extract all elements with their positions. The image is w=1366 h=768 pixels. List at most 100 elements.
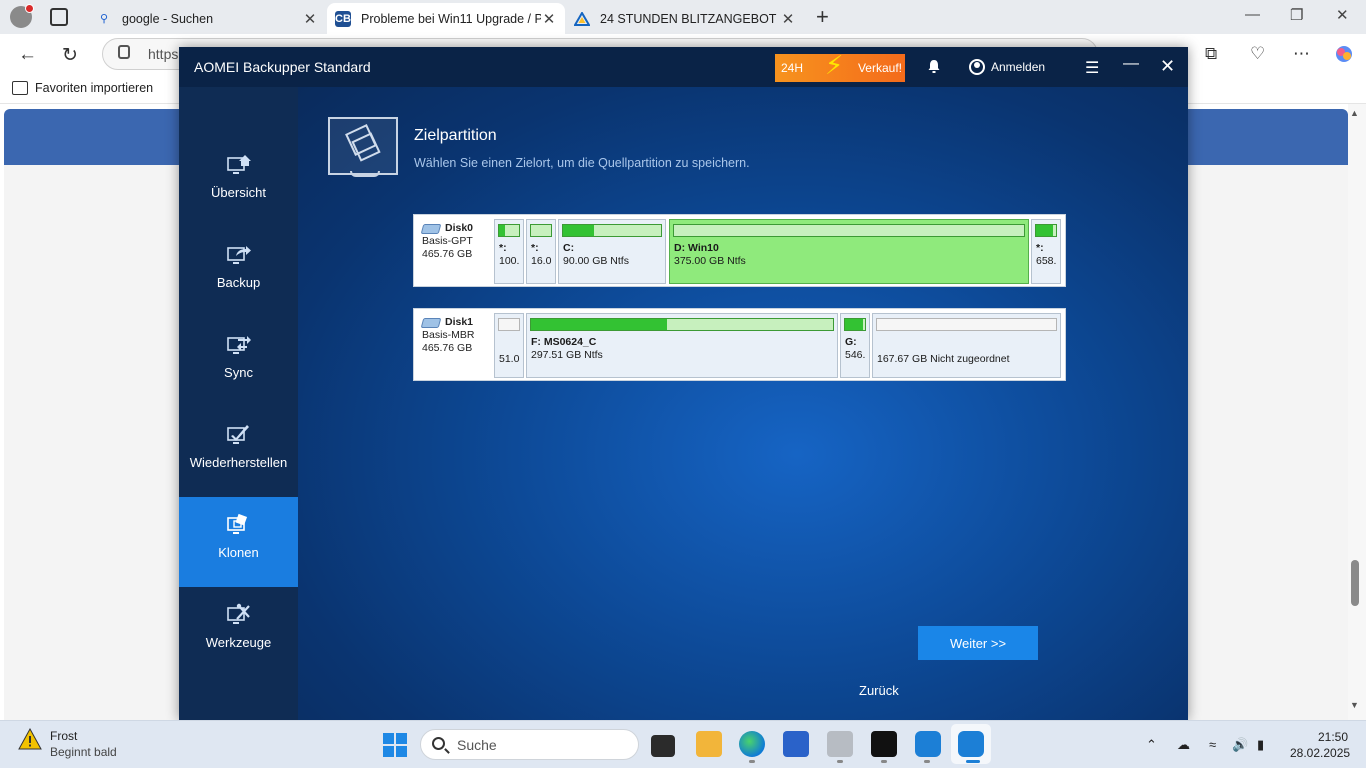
running-indicator [749, 760, 755, 763]
browser-tab-probleme[interactable]: CB Probleme bei Win11 Upgrade / PC ✕ [327, 3, 565, 34]
network-drive-icon[interactable] [827, 731, 853, 757]
back-arrow-icon[interactable]: ← [18, 44, 37, 66]
page-scrollbar[interactable] [1348, 104, 1366, 720]
bell-icon[interactable] [927, 59, 941, 73]
hamburger-menu-icon[interactable]: ☰ [1085, 58, 1099, 78]
favorites-import-link[interactable]: Favoriten importieren [12, 81, 153, 95]
weather-subtitle[interactable]: Beginnt bald [50, 745, 117, 759]
sidebar-item-uebersicht[interactable]: Übersicht [179, 137, 298, 227]
next-button[interactable]: Weiter >> [918, 626, 1038, 660]
partition-name: *: [1036, 242, 1044, 254]
partition-name: C: [563, 242, 575, 254]
app-sidebar: Übersicht Backup Sync Wiederherstellen K… [179, 87, 298, 720]
store-icon[interactable] [783, 731, 809, 757]
disk-row-disk1: Disk1 Basis-MBR 465.76 GB 51.0 F: MS0624… [413, 308, 1066, 381]
sidebar-item-klonen[interactable]: Klonen [179, 497, 298, 587]
close-window-icon[interactable]: ✕ [1336, 6, 1349, 24]
target-partition-monitor-icon [328, 117, 398, 177]
partition[interactable]: 51.0 [494, 313, 524, 378]
battery-icon[interactable]: ▮ [1257, 737, 1264, 753]
volume-icon[interactable]: 🔊 [1232, 737, 1248, 753]
sidebar-item-sync[interactable]: Sync [179, 317, 298, 407]
partition[interactable]: *: 658. [1031, 219, 1061, 284]
browser-tab-blitzangebot[interactable]: 24 STUNDEN BLITZANGEBOT | BIS ✕ [566, 3, 804, 34]
taskbar-search[interactable]: Suche [420, 729, 639, 760]
sidebar-item-werkzeuge[interactable]: Werkzeuge [179, 587, 298, 677]
lightning-icon: ⚡ [825, 50, 844, 80]
scrollbar-thumb[interactable] [1351, 560, 1359, 606]
disk-type: Basis-GPT [422, 235, 473, 247]
app-minimize-icon[interactable]: — [1123, 55, 1139, 73]
close-tab-icon[interactable]: ✕ [541, 10, 557, 28]
partition-detail: 51.0 [499, 353, 520, 365]
performance-icon[interactable]: ♡ [1250, 44, 1265, 64]
profile-avatar-icon[interactable] [10, 4, 34, 28]
chevron-up-icon[interactable]: ⌃ [1146, 737, 1157, 753]
promo-banner[interactable]: 24H ⚡ Verkauf! [775, 50, 905, 82]
sidebar-item-label: Übersicht [211, 185, 266, 200]
browser-tab-google[interactable]: ⚲ google - Suchen ✕ [88, 3, 326, 34]
partition[interactable]: *: 100. [494, 219, 524, 284]
sidebar-item-backup[interactable]: Backup [179, 227, 298, 317]
windows-start-icon[interactable] [383, 733, 407, 757]
disk-name: Disk1 [445, 316, 474, 328]
partition-name: *: [531, 242, 539, 254]
aomei-active-app-icon[interactable] [958, 731, 984, 757]
file-explorer-icon[interactable] [696, 731, 722, 757]
taskbar-clock[interactable]: 21:50 28.02.2025 [1290, 729, 1350, 761]
running-indicator [924, 760, 930, 763]
scroll-up-icon[interactable]: ▲ [1350, 108, 1359, 118]
edge-browser-icon[interactable] [739, 731, 765, 757]
tab-actions-icon[interactable] [50, 8, 68, 26]
close-tab-icon[interactable]: ✕ [780, 10, 796, 28]
scroll-down-icon[interactable]: ▼ [1350, 700, 1359, 710]
aomei-window: AOMEI Backupper Standard 24H ⚡ Verkauf! … [179, 47, 1188, 720]
partition[interactable]: 167.67 GB Nicht zugeordnet [872, 313, 1061, 378]
restore-icon[interactable]: ❐ [1290, 6, 1303, 24]
close-tab-icon[interactable]: ✕ [302, 10, 318, 28]
login-button[interactable]: Anmelden [969, 59, 1045, 75]
sidebar-item-label: Werkzeuge [205, 635, 272, 650]
partition-detail: 297.51 GB Ntfs [531, 349, 603, 361]
running-indicator [881, 760, 887, 763]
sidebar-item-label: Backup [216, 275, 261, 290]
usage-fill [1036, 225, 1053, 236]
hard-disk-icon [420, 317, 442, 328]
partition[interactable]: C: 90.00 GB Ntfs [558, 219, 666, 284]
tools-icon [227, 603, 250, 624]
more-menu-icon[interactable]: ⋯ [1293, 44, 1310, 64]
sidebar-item-label: Wiederherstellen [189, 455, 288, 470]
partition[interactable]: F: MS0624_C 297.51 GB Ntfs [526, 313, 838, 378]
sidebar-item-label: Sync [224, 365, 253, 380]
task-view-icon[interactable] [651, 735, 675, 757]
partition-usage-bar [562, 224, 662, 237]
partition[interactable]: *: 16.0 [526, 219, 556, 284]
clone-icon [227, 513, 248, 534]
active-indicator [966, 760, 980, 763]
terminal-icon[interactable] [871, 731, 897, 757]
url-text[interactable]: https [148, 46, 178, 62]
back-button[interactable]: Zurück [859, 683, 899, 698]
sidebar-item-wiederherstellen[interactable]: Wiederherstellen [179, 407, 298, 497]
refresh-icon[interactable]: ↻ [62, 44, 78, 67]
new-tab-icon[interactable]: + [816, 4, 829, 30]
weather-widget[interactable] [18, 727, 42, 753]
tab-title: google - Suchen [122, 11, 214, 26]
running-indicator [837, 760, 843, 763]
onedrive-off-icon[interactable]: ☁ [1177, 737, 1190, 753]
clock-time: 21:50 [1317, 730, 1348, 744]
copilot-icon[interactable] [1334, 44, 1354, 69]
collections-icon[interactable]: ⧉ [1205, 44, 1217, 64]
minimize-icon[interactable]: — [1245, 6, 1260, 23]
wifi-icon[interactable]: ≈ [1209, 737, 1216, 752]
lock-icon[interactable] [118, 45, 130, 59]
user-icon [969, 59, 985, 75]
weather-title[interactable]: Frost [50, 729, 77, 743]
partition[interactable]: D: Win10 375.00 GB Ntfs [669, 219, 1029, 284]
import-icon [12, 81, 28, 95]
usage-fill [845, 319, 863, 330]
partition[interactable]: G: 546. [840, 313, 870, 378]
partition-usage-bar [1035, 224, 1057, 237]
aomei-app-icon[interactable] [915, 731, 941, 757]
app-close-icon[interactable]: ✕ [1160, 56, 1175, 77]
